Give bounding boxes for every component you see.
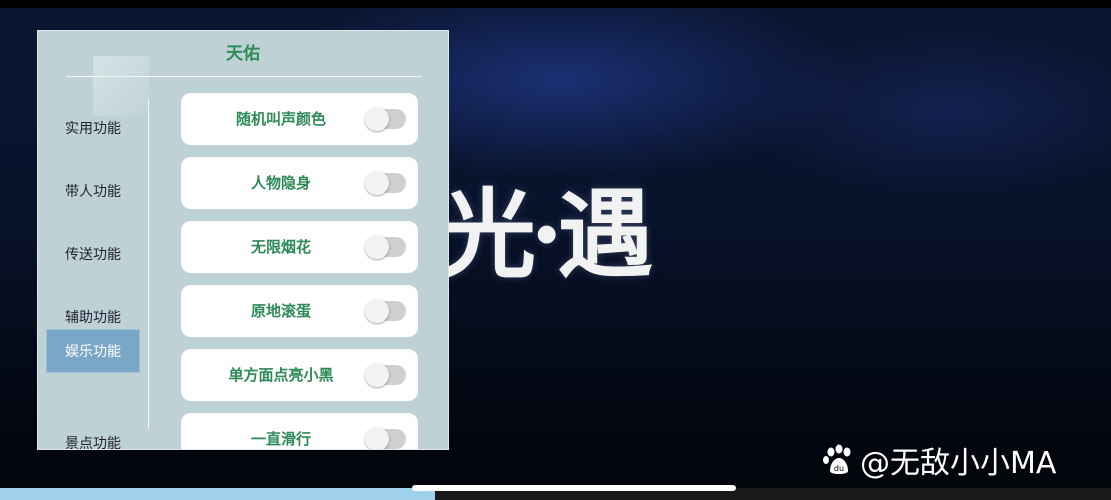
sidebar: 实用功能 带人功能 传送功能 辅助功能 娱乐功能 景点功能	[38, 77, 148, 449]
sidebar-item-entertainment[interactable]: 娱乐功能	[46, 329, 140, 373]
toggle-switch[interactable]	[365, 299, 406, 323]
sidebar-item-scenic[interactable]: 景点功能	[46, 422, 140, 449]
toggle-row-random-call-color[interactable]: 随机叫声颜色	[181, 93, 418, 145]
baidu-paw-icon: du	[823, 444, 851, 474]
cheat-menu-panel: 天佑 实用功能 带人功能 传送功能 辅助功能 娱乐功能 景点功能 随机叫声颜色 …	[37, 30, 449, 450]
toggle-switch[interactable]	[365, 171, 406, 195]
sidebar-item-teleport[interactable]: 传送功能	[46, 233, 140, 277]
toggle-switch[interactable]	[365, 235, 406, 259]
toggle-row-always-glide[interactable]: 一直滑行	[181, 413, 418, 449]
sidebar-item-utility[interactable]: 实用功能	[46, 107, 140, 151]
sidebar-divider	[148, 99, 149, 429]
svg-text:du: du	[834, 464, 844, 473]
switch-knob	[365, 299, 389, 323]
top-bar	[0, 0, 1111, 8]
switch-knob	[365, 363, 389, 387]
watermark: du @无敌小小MA	[822, 440, 1057, 481]
toggle-label: 一直滑行	[250, 430, 311, 448]
toggle-switch[interactable]	[365, 427, 406, 449]
switch-knob	[365, 171, 389, 195]
toggle-switch[interactable]	[365, 363, 406, 387]
toggle-label: 人物隐身	[250, 174, 311, 192]
watermark-text: @无敌小小MA	[860, 446, 1057, 481]
home-indicator[interactable]	[412, 485, 736, 491]
toggle-row-roll-in-place[interactable]: 原地滚蛋	[181, 285, 418, 337]
toggle-label: 随机叫声颜色	[235, 110, 326, 128]
video-progress-fill	[0, 488, 435, 500]
game-logo: 光·遇	[440, 178, 653, 291]
switch-knob	[365, 107, 389, 131]
toggle-row-light-dark-one[interactable]: 单方面点亮小黑	[181, 349, 418, 401]
toggle-label: 原地滚蛋	[250, 302, 311, 320]
toggle-label: 单方面点亮小黑	[228, 366, 334, 384]
toggle-switch[interactable]	[365, 107, 406, 131]
panel-title: 天佑	[226, 44, 260, 64]
toggle-label: 无限烟花	[250, 238, 311, 256]
toggle-row-infinite-fireworks[interactable]: 无限烟花	[181, 221, 418, 273]
switch-knob	[365, 235, 389, 259]
switch-knob	[365, 427, 389, 449]
toggle-row-invisible[interactable]: 人物隐身	[181, 157, 418, 209]
sidebar-item-carry[interactable]: 带人功能	[46, 170, 140, 214]
